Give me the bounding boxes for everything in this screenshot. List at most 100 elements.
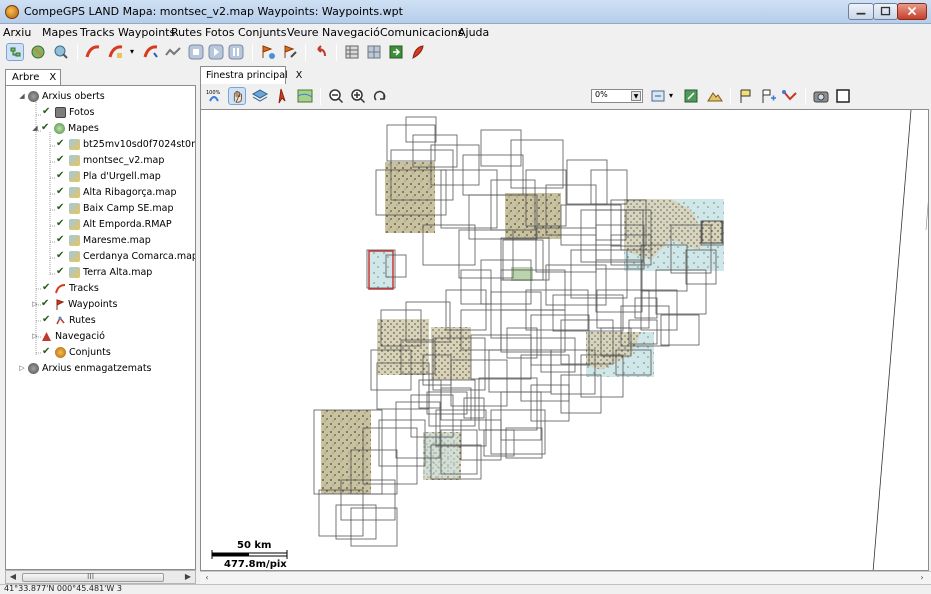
tab-arbre-close-icon[interactable]: X (49, 72, 56, 83)
checkbox[interactable]: ✔ (56, 235, 66, 245)
map-icon[interactable] (296, 87, 314, 105)
terrain-icon[interactable] (706, 87, 724, 105)
tree-icon[interactable] (6, 43, 24, 61)
chevron-down-icon[interactable]: ▼ (631, 91, 641, 101)
expand-icon[interactable]: ▷ (31, 332, 39, 340)
route-draw-icon[interactable] (781, 87, 799, 105)
menu-navegacio[interactable]: Navegació (322, 26, 380, 39)
table-icon[interactable] (343, 43, 361, 61)
window-icon[interactable] (834, 87, 852, 105)
tree-item-map-file[interactable]: ✔ Terra Alta.map (56, 264, 152, 280)
checkbox[interactable]: ✔ (42, 315, 52, 325)
map-tiles-svg[interactable] (201, 110, 929, 571)
tree-item-arxius-enmagatzemats[interactable]: ▷ Arxius enmagatzemats (18, 360, 152, 376)
export-icon[interactable] (387, 43, 405, 61)
checkbox[interactable]: ✔ (56, 251, 66, 261)
tree-item-map-file[interactable]: ✔ Alt Emporda.RMAP (56, 216, 172, 232)
checkbox[interactable]: ✔ (56, 219, 66, 229)
checkbox[interactable]: ✔ (56, 139, 66, 149)
checkbox[interactable]: ✔ (41, 299, 51, 309)
zoom-select[interactable]: 0% ▼ (591, 89, 643, 103)
tree-item-navegacio[interactable]: ▷ Navegació (31, 328, 105, 344)
collapse-icon[interactable]: ◢ (18, 92, 26, 100)
tree-horizontal-scrollbar[interactable]: ◀ III ▶ (5, 570, 196, 584)
tree-item-map-file[interactable]: ✔ Cerdanya Comarca.map (56, 248, 195, 264)
flag-add-icon[interactable] (759, 87, 777, 105)
expand-icon[interactable]: ▷ (31, 300, 39, 308)
tree-item-map-file[interactable]: ✔ montsec_v2.map (56, 152, 164, 168)
map-search-icon[interactable] (52, 43, 70, 61)
zoom-out-icon[interactable] (327, 87, 345, 105)
pointer-icon[interactable] (273, 87, 291, 105)
zoom-in-icon[interactable] (349, 87, 367, 105)
close-button[interactable] (897, 3, 927, 20)
tree-item-map-file[interactable]: ✔ bt25mv10sd0f7024st0r0 (56, 136, 195, 152)
menu-rutes[interactable]: Rutes (171, 26, 202, 39)
map-tile[interactable] (321, 410, 371, 494)
menu-veure[interactable]: Veure (287, 26, 318, 39)
track-icon[interactable] (84, 43, 102, 61)
tree-item-map-file[interactable]: ✔ Maresme.map (56, 232, 151, 248)
pause-icon[interactable] (227, 43, 245, 61)
tab-finestra-close-icon[interactable]: X (296, 70, 303, 81)
checkbox[interactable]: ✔ (42, 283, 52, 293)
map-tile[interactable] (385, 162, 435, 233)
collapse-icon[interactable]: ◢ (31, 124, 39, 132)
menu-fotos[interactable]: Fotos (205, 26, 234, 39)
dropdown-arrow-icon[interactable]: ▾ (130, 47, 140, 65)
zoom-100-icon[interactable]: 100% (205, 87, 223, 105)
tree-item-tracks[interactable]: ✔ Tracks (42, 280, 99, 296)
map-tile[interactable] (505, 193, 561, 239)
tree-item-mapes[interactable]: ◢ ✔ Mapes (31, 120, 99, 136)
scroll-left-icon[interactable]: ◀ (6, 571, 20, 583)
track-edit-icon[interactable] (107, 43, 125, 61)
menu-conjunts[interactable]: Conjunts (238, 26, 286, 39)
scroll-right-icon[interactable]: › (915, 572, 929, 584)
grid-icon[interactable] (365, 43, 383, 61)
menu-waypoints[interactable]: Waypoints (118, 26, 175, 39)
move-map-icon[interactable] (649, 87, 667, 105)
dropdown-arrow-icon[interactable]: ▾ (669, 91, 679, 109)
layers-icon[interactable] (251, 87, 269, 105)
menu-tracks[interactable]: Tracks (80, 26, 115, 39)
checkbox[interactable]: ✔ (56, 187, 66, 197)
flag-icon[interactable] (737, 87, 755, 105)
expand-icon[interactable]: ▷ (18, 364, 26, 372)
navigation-icon[interactable] (409, 43, 427, 61)
track-draw-icon[interactable] (142, 43, 160, 61)
rotate-icon[interactable] (371, 87, 389, 105)
track-split-icon[interactable] (164, 43, 182, 61)
checkbox[interactable]: ✔ (42, 347, 52, 357)
tree-item-map-file[interactable]: ✔ Alta Ribagorça.map (56, 184, 177, 200)
map-canvas[interactable]: 50 km 477.8m/pix (200, 109, 929, 571)
tree-item-map-file[interactable]: ✔ Baix Camp SE.map (56, 200, 174, 216)
checkbox[interactable]: ✔ (56, 171, 66, 181)
tree-item-fotos[interactable]: ✔ Fotos (42, 104, 94, 120)
menu-arxiu[interactable]: Arxiu (3, 26, 31, 39)
tree-item-map-file[interactable]: ✔ Pla d'Urgell.map (56, 168, 161, 184)
minimize-button[interactable] (848, 3, 874, 20)
checkbox[interactable]: ✔ (41, 123, 51, 133)
checkbox[interactable]: ✔ (56, 155, 66, 165)
tab-arbre[interactable]: Arbre X (5, 69, 61, 86)
waypoint-edit-icon[interactable] (281, 43, 299, 61)
tree-item-arxius-oberts[interactable]: ◢ Arxius oberts (18, 88, 105, 104)
scroll-left-icon[interactable]: ‹ (200, 572, 214, 584)
tree-item-rutes[interactable]: ✔ Rutes (42, 312, 96, 328)
menu-comunicacions[interactable]: Comunicacions (380, 26, 463, 39)
play-icon[interactable] (207, 43, 225, 61)
maximize-button[interactable] (873, 3, 898, 20)
waypoint-add-icon[interactable] (259, 43, 277, 61)
measure-icon[interactable] (682, 87, 700, 105)
map-add-icon[interactable] (29, 43, 47, 61)
tab-finestra-principal[interactable]: Finestra principal X (200, 66, 302, 84)
checkbox[interactable]: ✔ (56, 203, 66, 213)
undo-icon[interactable] (312, 43, 330, 61)
tree-item-waypoints[interactable]: ▷ ✔ Waypoints (31, 296, 117, 312)
menu-ajuda[interactable]: Ajuda (458, 26, 489, 39)
hand-icon[interactable] (228, 87, 246, 105)
tree-item-conjunts[interactable]: ✔ Conjunts (42, 344, 111, 360)
menu-mapes[interactable]: Mapes (42, 26, 78, 39)
map-horizontal-scrollbar[interactable]: ‹ › (200, 571, 931, 584)
checkbox[interactable]: ✔ (56, 267, 66, 277)
